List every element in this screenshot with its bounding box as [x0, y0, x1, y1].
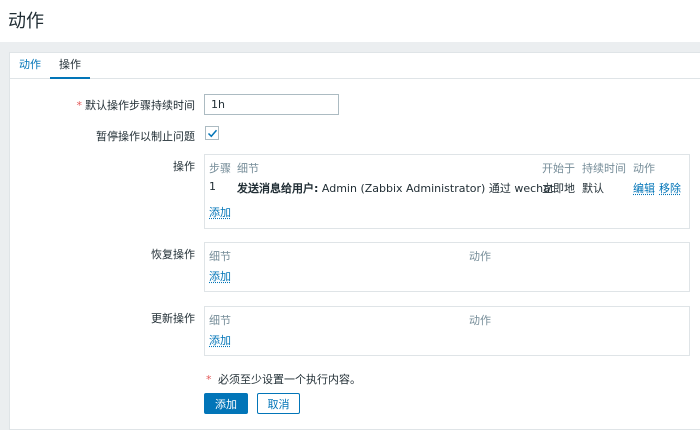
row-detail: 发送消息给用户: Admin (Zabbix Administrator) 通过…: [237, 182, 555, 195]
update-table: 细节 动作 添加: [204, 306, 690, 356]
recovery-table: 细节 动作 添加: [204, 242, 690, 292]
col-detail: 细节: [237, 162, 259, 175]
page-header: 动作: [0, 0, 700, 42]
col-action: 动作: [469, 314, 491, 327]
checkmark-icon: [207, 129, 218, 138]
col-start: 开始于: [542, 162, 575, 175]
col-step: 步骤: [209, 162, 231, 175]
tab-bar: 动作 操作: [10, 53, 700, 79]
action-form-panel: 动作 操作 *默认操作步骤持续时间 暂停操作以制止问题 操作 步骤 细节 开始于…: [9, 52, 700, 430]
add-button[interactable]: 添加: [204, 393, 248, 414]
duration-input[interactable]: [204, 94, 339, 115]
operations-table: 步骤 细节 开始于 持续时间 动作 1 发送消息给用户: Admin (Zabb…: [204, 154, 690, 229]
requirement-note: * 必须至少设置一个执行内容。: [206, 373, 361, 386]
update-label: 更新操作: [151, 312, 195, 325]
edit-link[interactable]: 编辑: [633, 180, 655, 196]
col-duration: 持续时间: [582, 162, 626, 175]
col-action: 动作: [469, 250, 491, 263]
required-asterisk: *: [76, 99, 83, 112]
col-action: 动作: [633, 162, 655, 175]
add-operation-link[interactable]: 添加: [209, 204, 231, 220]
remove-link[interactable]: 移除: [659, 180, 681, 196]
row-start: 立即地: [542, 182, 575, 195]
pause-checkbox[interactable]: [205, 126, 219, 140]
tab-operations[interactable]: 操作: [50, 53, 90, 79]
cancel-button[interactable]: 取消: [257, 393, 300, 414]
page-title: 动作: [8, 11, 44, 32]
recovery-label: 恢复操作: [151, 248, 195, 261]
add-update-link[interactable]: 添加: [209, 332, 231, 348]
row-duration: 默认: [582, 182, 604, 195]
duration-label: * 默认操作步骤持续时间: [76, 99, 196, 112]
col-detail: 细节: [209, 250, 231, 263]
pause-label: 暂停操作以制止问题: [96, 130, 195, 143]
col-detail: 细节: [209, 314, 231, 327]
tab-action[interactable]: 动作: [19, 53, 41, 79]
add-recovery-link[interactable]: 添加: [209, 268, 231, 284]
operations-label: 操作: [173, 160, 195, 173]
row-step: 1: [209, 180, 216, 193]
